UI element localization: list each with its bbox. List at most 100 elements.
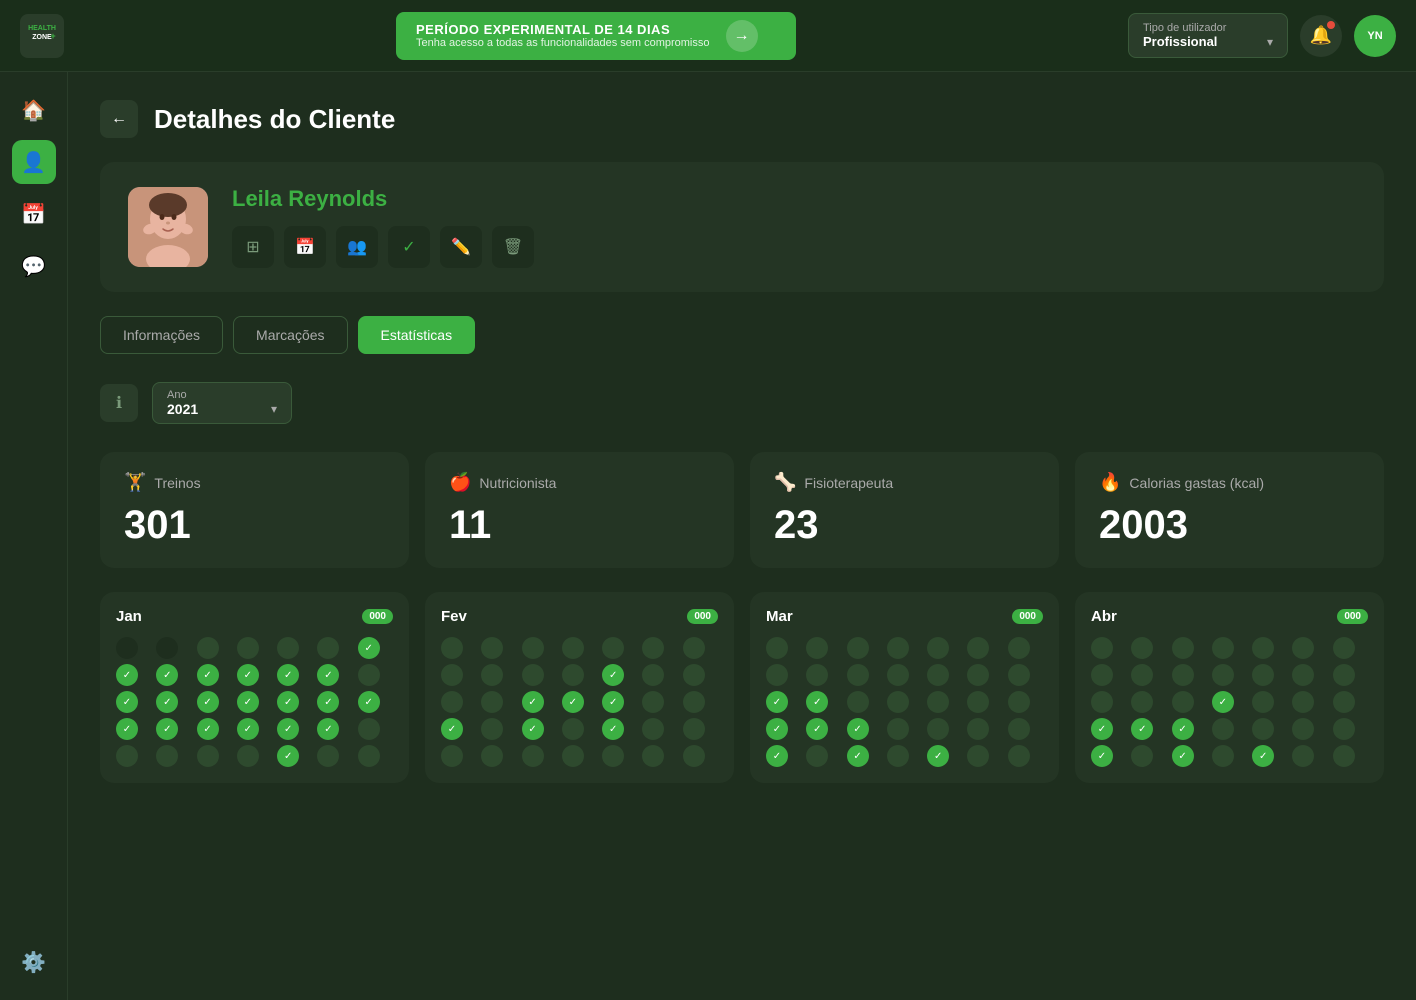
year-selector[interactable]: Ano 2021 ▾ bbox=[152, 382, 292, 424]
calendar-dot: ✓ bbox=[522, 718, 544, 740]
share-btn[interactable]: ⊞ bbox=[232, 226, 274, 268]
calendar-dot: ✓ bbox=[1091, 718, 1113, 740]
tab-estatisticas[interactable]: Estatísticas bbox=[358, 316, 476, 354]
delete-btn[interactable]: 🗑 bbox=[492, 226, 534, 268]
calendar-dot bbox=[1091, 637, 1113, 659]
calendar-dot bbox=[1333, 745, 1355, 767]
calendar-dot bbox=[927, 664, 949, 686]
calendar-dot: ✓ bbox=[116, 691, 138, 713]
info-button[interactable]: ℹ bbox=[100, 384, 138, 422]
trial-banner[interactable]: PERÍODO EXPERIMENTAL DE 14 DIAS Tenha ac… bbox=[396, 12, 796, 60]
month-name-abr: Abr bbox=[1091, 608, 1117, 625]
calendar-dot bbox=[683, 718, 705, 740]
treinos-value: 301 bbox=[124, 503, 385, 548]
calendar-dot bbox=[1131, 745, 1153, 767]
calendar-dot: ✓ bbox=[237, 691, 259, 713]
nutricionista-icon: 🍎 bbox=[449, 472, 471, 493]
calendar-dot bbox=[522, 637, 544, 659]
calendar-dot: ✓ bbox=[237, 718, 259, 740]
calendar-dot: ✓ bbox=[277, 718, 299, 740]
calendar-dot bbox=[683, 691, 705, 713]
user-avatar-btn[interactable]: YN bbox=[1354, 15, 1396, 57]
calendar-dot bbox=[806, 637, 828, 659]
calendar-dot bbox=[927, 718, 949, 740]
calendar-dot bbox=[1008, 637, 1030, 659]
month-badge-jan: 000 bbox=[362, 609, 393, 624]
calendar-dot bbox=[1091, 664, 1113, 686]
tab-marcacoes[interactable]: Marcações bbox=[233, 316, 347, 354]
user-type-selector[interactable]: Tipo de utilizador Profissional ▾ bbox=[1128, 13, 1288, 58]
calendar-dot: ✓ bbox=[358, 691, 380, 713]
calendar-dot bbox=[1212, 637, 1234, 659]
back-button[interactable]: ← bbox=[100, 100, 138, 138]
calendar-dot: ✓ bbox=[358, 637, 380, 659]
filter-row: ℹ Ano 2021 ▾ bbox=[100, 382, 1384, 424]
calendar-dot bbox=[1252, 718, 1274, 740]
tab-informacoes[interactable]: Informações bbox=[100, 316, 223, 354]
calendar-dot bbox=[156, 637, 178, 659]
associate-btn[interactable]: 👥 bbox=[336, 226, 378, 268]
calendar-dot bbox=[1008, 745, 1030, 767]
calendar-dot bbox=[967, 664, 989, 686]
calendar-dot bbox=[481, 718, 503, 740]
sidebar-item-messages[interactable]: 💬 bbox=[12, 244, 56, 288]
calendar-dot: ✓ bbox=[522, 691, 544, 713]
calendar-dot bbox=[1252, 637, 1274, 659]
sidebar-item-schedule[interactable]: 📅 bbox=[12, 192, 56, 236]
client-actions: ⊞ 📅 👥 ✓ ✏️ bbox=[232, 226, 1356, 268]
calendar-dot bbox=[562, 637, 584, 659]
calendar-dot: ✓ bbox=[1252, 745, 1274, 767]
calendar-dot bbox=[642, 745, 664, 767]
calendar-btn[interactable]: 📅 bbox=[284, 226, 326, 268]
calendar-dot: ✓ bbox=[1131, 718, 1153, 740]
sidebar-item-settings[interactable]: ⚙️ bbox=[12, 940, 56, 984]
calendar-dot bbox=[967, 718, 989, 740]
calendar-dot: ✓ bbox=[197, 691, 219, 713]
calendar-dot: ✓ bbox=[766, 691, 788, 713]
page-title: Detalhes do Cliente bbox=[154, 104, 395, 135]
calendar-dot bbox=[642, 691, 664, 713]
calendar-dot bbox=[1333, 718, 1355, 740]
activate-btn[interactable]: ✓ bbox=[388, 226, 430, 268]
calendar-dot bbox=[1252, 664, 1274, 686]
calendar-dot bbox=[887, 637, 909, 659]
calendar-dot bbox=[602, 637, 624, 659]
edit-icon: ✏️ bbox=[451, 237, 471, 257]
calendar-dot: ✓ bbox=[766, 718, 788, 740]
messages-icon: 💬 bbox=[21, 254, 46, 279]
back-arrow-icon: ← bbox=[111, 110, 127, 128]
calendar-dot bbox=[847, 664, 869, 686]
stat-card-treinos: 🏋 Treinos 301 bbox=[100, 452, 409, 568]
sidebar-item-clients[interactable]: 👤 bbox=[12, 140, 56, 184]
calendar-dot bbox=[481, 637, 503, 659]
calendar-dot bbox=[481, 664, 503, 686]
svg-text:ZONE: ZONE bbox=[32, 34, 52, 41]
calendar-dot: ✓ bbox=[277, 691, 299, 713]
user-type-value: Profissional bbox=[1143, 34, 1217, 49]
sidebar-item-home[interactable]: 🏠 bbox=[12, 88, 56, 132]
calendar-dot: ✓ bbox=[116, 718, 138, 740]
calendar-dot: ✓ bbox=[927, 745, 949, 767]
calendar-dot bbox=[1292, 718, 1314, 740]
client-info: Leila Reynolds ⊞ 📅 👥 ✓ bbox=[128, 186, 1356, 268]
calendar-dot: ✓ bbox=[197, 664, 219, 686]
calendar-dot bbox=[806, 745, 828, 767]
calendar-dot bbox=[441, 691, 463, 713]
calendar-dot bbox=[887, 745, 909, 767]
edit-btn[interactable]: ✏️ bbox=[440, 226, 482, 268]
notifications-btn[interactable]: 🔔 bbox=[1300, 15, 1342, 57]
trial-title: PERÍODO EXPERIMENTAL DE 14 DIAS bbox=[416, 22, 710, 37]
calendar-dot bbox=[1008, 664, 1030, 686]
calendar-dot bbox=[683, 637, 705, 659]
svg-text:+: + bbox=[50, 31, 55, 41]
calendar-dot bbox=[441, 637, 463, 659]
calendar-dot bbox=[1091, 691, 1113, 713]
nutricionista-value: 11 bbox=[449, 503, 710, 548]
calendar-dot: ✓ bbox=[1212, 691, 1234, 713]
trial-arrow-btn[interactable]: → bbox=[726, 20, 758, 52]
chevron-down-icon: ▾ bbox=[1267, 35, 1273, 49]
calendar-dot bbox=[1172, 664, 1194, 686]
calendar-dot bbox=[847, 691, 869, 713]
month-name-fev: Fev bbox=[441, 608, 467, 625]
calendar-dot: ✓ bbox=[1172, 745, 1194, 767]
